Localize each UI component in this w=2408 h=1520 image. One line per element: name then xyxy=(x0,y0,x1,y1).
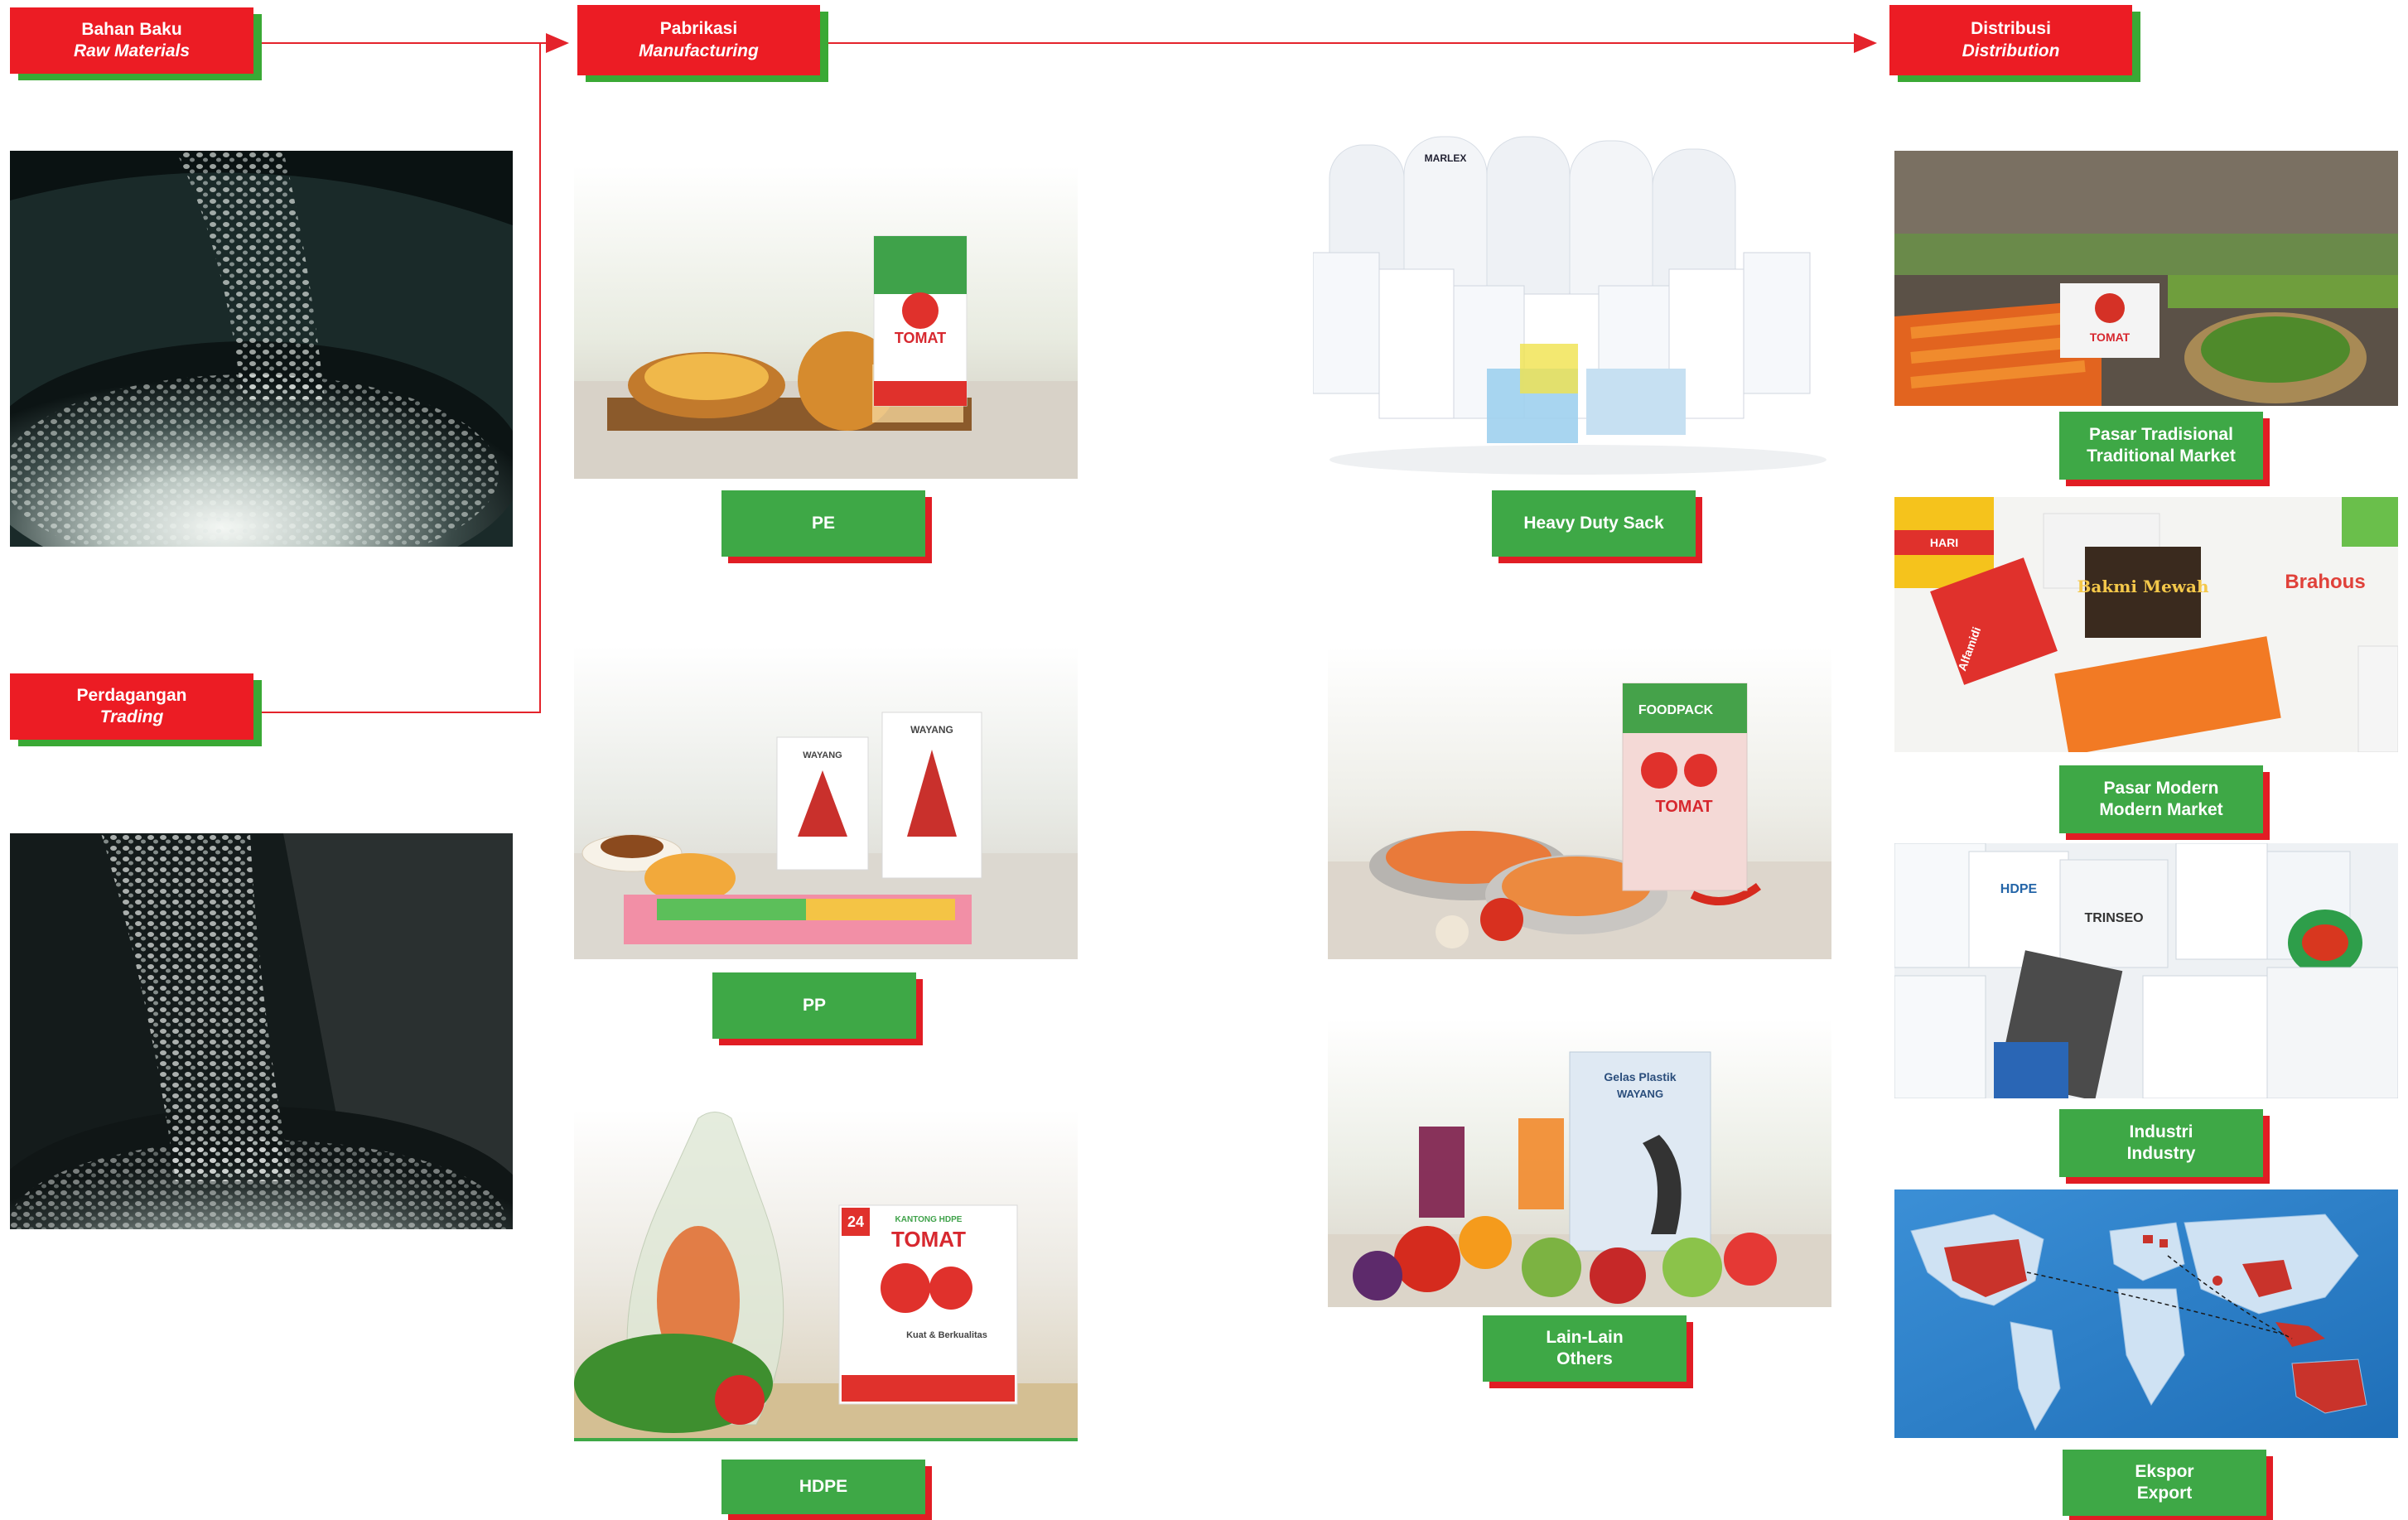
industry-bag-text-1: HDPE xyxy=(2000,882,2038,896)
modern-market-label-line1: Pasar Modern xyxy=(2103,778,2219,798)
pe-label: PE xyxy=(721,490,925,557)
raw-materials-subtitle: Raw Materials xyxy=(73,41,191,60)
distribution-title: Distribusi xyxy=(1971,19,2051,39)
heavy-duty-sack-photo: MARLEX xyxy=(1313,128,1841,476)
pp-pack-brand-small: WAYANG xyxy=(803,750,842,760)
hdpe-pack-type: KANTONG HDPE xyxy=(895,1215,963,1224)
hdpe-product-photo: 24 KANTONG HDPE TOMAT Kuat & Berkualitas xyxy=(574,1110,1078,1441)
raw-materials-photo xyxy=(10,151,513,547)
others-product-photo: Gelas Plastik WAYANG xyxy=(1328,1019,1831,1307)
industry-bag-text-2: TRINSEO xyxy=(2084,911,2143,925)
pp-label-text: PP xyxy=(802,995,826,1015)
distribution-header: Distribusi Distribution xyxy=(1889,5,2132,75)
export-label-line1: Ekspor xyxy=(2135,1461,2194,1481)
pe-label-text: PE xyxy=(811,513,835,533)
trading-title: Perdagangan xyxy=(76,685,187,705)
hdpe-pack-tagline: Kuat & Berkualitas xyxy=(906,1330,987,1340)
distribution-subtitle: Distribution xyxy=(1962,41,2060,60)
industry-label-line1: Industri xyxy=(2129,1122,2193,1141)
industry-photo: HDPE TRINSEO xyxy=(1894,843,2398,1098)
traditional-market-label-line2: Traditional Market xyxy=(2087,446,2236,466)
industry-label: Industri Industry xyxy=(2059,1109,2263,1177)
pp-label: PP xyxy=(712,972,916,1039)
industry-label-line2: Industry xyxy=(2126,1144,2196,1163)
foodpack-product-photo: FOODPACK TOMAT xyxy=(1328,646,1831,959)
trading-photo xyxy=(10,833,513,1229)
trading-header: Perdagangan Trading xyxy=(10,673,253,740)
modern-market-label-line2: Modern Market xyxy=(2099,800,2223,819)
others-pack-type: Gelas Plastik xyxy=(1604,1070,1676,1083)
hdpe-label: HDPE xyxy=(721,1460,925,1514)
raw-materials-header: Bahan Baku Raw Materials xyxy=(10,7,253,74)
manufacturing-title: Pabrikasi xyxy=(659,19,738,39)
others-label-line1: Lain-Lain xyxy=(1546,1327,1624,1347)
traditional-market-photo: TOMAT xyxy=(1894,151,2398,406)
modern-market-bag-text-4: Brahous xyxy=(2285,571,2365,593)
others-pack-brand: WAYANG xyxy=(1617,1088,1663,1100)
export-label: Ekspor Export xyxy=(2063,1450,2266,1516)
heavy-duty-sack-label-text: Heavy Duty Sack xyxy=(1523,513,1664,533)
modern-market-bag-text-1: HARI xyxy=(1930,536,1958,549)
pp-product-photo: WAYANG WAYANG xyxy=(574,646,1078,959)
trading-subtitle: Trading xyxy=(99,707,164,726)
heavy-duty-sack-label: Heavy Duty Sack xyxy=(1492,490,1696,557)
pp-pack-brand-large: WAYANG xyxy=(910,724,953,736)
others-label: Lain-Lain Others xyxy=(1483,1315,1687,1382)
export-map xyxy=(1894,1189,2398,1438)
export-label-line2: Export xyxy=(2136,1484,2193,1503)
modern-market-label: Pasar Modern Modern Market xyxy=(2059,765,2263,833)
hdpe-pack-brand: TOMAT xyxy=(891,1227,966,1252)
pe-pack-brand: TOMAT xyxy=(895,330,946,346)
manufacturing-header: Pabrikasi Manufacturing xyxy=(577,5,820,75)
traditional-market-bag-brand: TOMAT xyxy=(2090,331,2131,344)
traditional-market-label: Pasar Tradisional Traditional Market xyxy=(2059,412,2263,480)
foodpack-pack-brand: TOMAT xyxy=(1655,798,1712,816)
others-label-line2: Others xyxy=(1556,1349,1613,1368)
pe-product-photo: TOMAT xyxy=(574,166,1078,479)
sack-roll-brand: MARLEX xyxy=(1425,152,1467,164)
traditional-market-label-line1: Pasar Tradisional xyxy=(2089,424,2233,444)
hdpe-label-text: HDPE xyxy=(799,1476,848,1496)
modern-market-photo: HARI Bakmi Mewah Alfamidi Brahous xyxy=(1894,497,2398,752)
hdpe-pack-badge: 24 xyxy=(847,1214,864,1230)
foodpack-pack-type: FOODPACK xyxy=(1638,703,1714,717)
modern-market-bag-text-2: Bakmi Mewah xyxy=(2077,577,2208,596)
manufacturing-subtitle: Manufacturing xyxy=(639,41,759,60)
raw-materials-title: Bahan Baku xyxy=(81,19,182,39)
